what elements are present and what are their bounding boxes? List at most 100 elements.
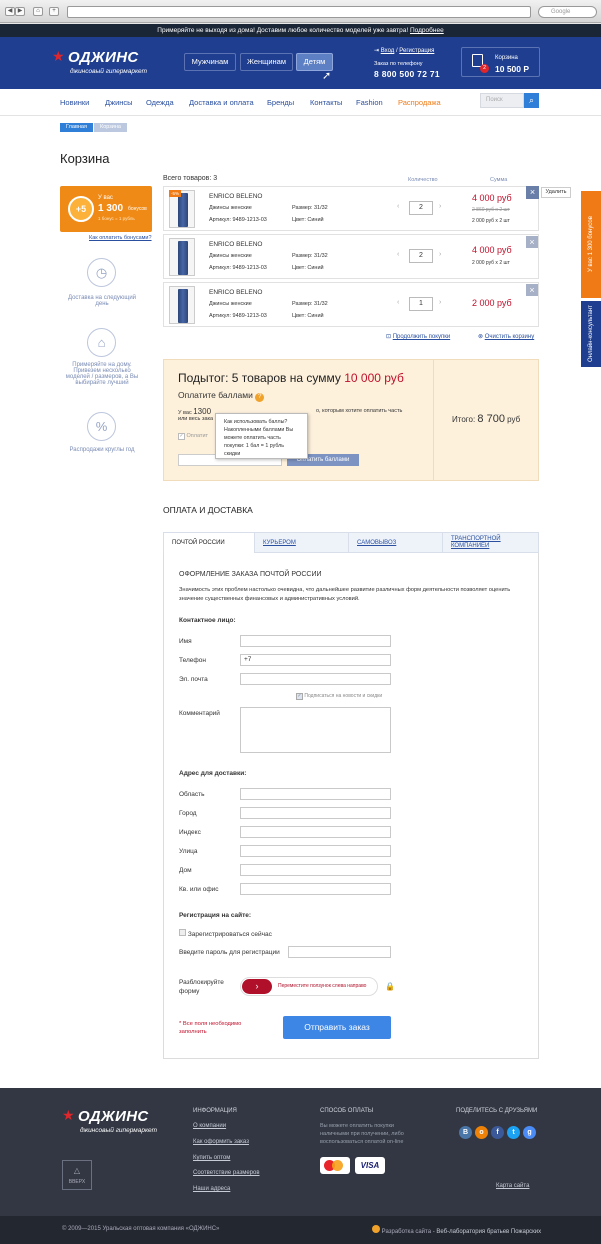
remove-item-icon[interactable]: × (526, 236, 538, 248)
footer-logo-tagline: джинсовый гипермаркет (80, 1127, 157, 1134)
nav-sale[interactable]: Распродажа (398, 98, 441, 107)
footer-link-sizes[interactable]: Соответствие размеров (193, 1170, 260, 1176)
vk-icon[interactable]: B (459, 1126, 472, 1139)
header-cart[interactable]: 2 Корзина 10 500 Р (461, 47, 540, 77)
bonus-note: 1 бонус = 1 рубль (98, 216, 135, 221)
bonus-side-tab[interactable]: У вас 1 300 бонусов (581, 191, 601, 298)
city-input[interactable] (240, 807, 391, 819)
item-brand[interactable]: ENRICO BELENO (209, 289, 262, 296)
footer-link-about[interactable]: О компании (193, 1123, 226, 1129)
region-input[interactable] (240, 788, 391, 800)
password-input[interactable] (288, 946, 391, 958)
comment-textarea[interactable] (240, 707, 391, 753)
percent-icon: % (87, 412, 116, 441)
password-label: Введите пароль для регистрации (179, 949, 280, 956)
nav-jeans[interactable]: Джинсы (105, 98, 133, 107)
home-icon[interactable]: ⌂ (33, 7, 43, 16)
cart-item: ENRICO BELENO Джинсы женские Артикул: 94… (163, 234, 539, 279)
register-link[interactable]: Регистрация (399, 48, 434, 54)
house-input[interactable] (240, 864, 391, 876)
dev-link[interactable]: Веб-лаборатория братьев Пожарских (436, 1229, 541, 1235)
remove-item-icon[interactable]: × (526, 284, 538, 296)
contact-title: Контактное лицо: (179, 617, 236, 624)
qty-input[interactable]: 2 (409, 249, 433, 263)
address-title: Адрес для доставки: (179, 770, 247, 777)
email-input[interactable] (240, 673, 391, 685)
site-search-input[interactable]: Поиск (480, 93, 524, 108)
forward-icon[interactable]: ▶ (15, 7, 25, 16)
footer-link-wholesale[interactable]: Купить оптом (193, 1155, 230, 1161)
logo[interactable]: ★ ОДЖИНС джинсовый гипермаркет (52, 48, 153, 81)
tab-transport[interactable]: ТРАНСПОРТНОЙ КОМПАНИЕЙ (443, 533, 540, 553)
checkbox-icon: ✓ (178, 433, 185, 440)
points-checkbox[interactable]: ✓ Оплатит (178, 433, 208, 440)
google-plus-icon[interactable]: g (523, 1126, 536, 1139)
item-unit-price: 2 000 руб х 2 шт (472, 218, 510, 224)
nav-delivery[interactable]: Доставка и оплата (189, 98, 254, 107)
item-brand[interactable]: ENRICO BELENO (209, 241, 262, 248)
street-input[interactable] (240, 845, 391, 857)
slider-handle-icon[interactable]: › (242, 979, 272, 994)
browser-search-input[interactable]: Google (538, 6, 597, 18)
apt-input[interactable] (240, 883, 391, 895)
nav-fashion[interactable]: Fashion (356, 98, 383, 107)
footer-link-howto[interactable]: Как оформить заказ (193, 1139, 249, 1145)
product-thumbnail[interactable] (169, 238, 195, 276)
nav-brands[interactable]: Бренды (267, 98, 294, 107)
nav-new[interactable]: Новинки (60, 98, 89, 107)
qty-decrease-icon[interactable]: ‹ (397, 203, 399, 210)
subscribe-checkbox[interactable]: ✓ Подписаться на новости и скидки (296, 693, 382, 700)
points-text-c: или весь зака (178, 416, 214, 422)
back-to-top-button[interactable]: △ ВВЕРХ (62, 1160, 92, 1190)
item-color: Цвет: Синий (292, 265, 324, 271)
new-tab-icon[interactable]: + (49, 7, 59, 16)
phone-input[interactable]: +7 (240, 654, 391, 666)
qty-decrease-icon[interactable]: ‹ (397, 251, 399, 258)
unlock-slider[interactable]: › Переместите ползунок слева направо (240, 977, 378, 996)
tab-courier[interactable]: КУРЬЕРОМ (255, 533, 349, 553)
tab-pickup[interactable]: САМОВЫВОЗ (349, 533, 443, 553)
consultant-side-tab[interactable]: Онлайн-консультант (581, 301, 601, 367)
product-thumbnail[interactable] (169, 286, 195, 324)
nav-clothes[interactable]: Одежда (146, 98, 174, 107)
sitemap-link[interactable]: Карта сайта (496, 1183, 529, 1189)
qty-increase-icon[interactable]: › (439, 203, 441, 210)
name-input[interactable] (240, 635, 391, 647)
address-bar[interactable] (67, 6, 531, 18)
footer-logo[interactable]: ★ ОДЖИНС джинсовый гипермаркет (62, 1107, 157, 1134)
promo-link[interactable]: Подробнее (410, 27, 444, 34)
qty-input[interactable]: 2 (409, 201, 433, 215)
register-checkbox[interactable]: Зарегистрироваться сейчас (179, 929, 272, 938)
tab-women[interactable]: Женщинам (240, 53, 293, 71)
footer-link-addresses[interactable]: Наши адреса (193, 1186, 230, 1192)
clear-cart[interactable]: ⊗ Очистить корзину (478, 333, 534, 340)
qty-increase-icon[interactable]: › (439, 251, 441, 258)
bonus-help-link[interactable]: Как оплатить бонусами? (89, 235, 152, 241)
breadcrumb-home[interactable]: Главная (60, 123, 93, 132)
item-type: Джинсы женские (209, 253, 252, 259)
item-unit-price: 2 000 руб х 2 шт (472, 260, 510, 266)
item-brand[interactable]: ENRICO BELENO (209, 193, 262, 200)
ok-icon[interactable]: o (475, 1126, 488, 1139)
clock-icon: ◷ (87, 258, 116, 287)
facebook-icon[interactable]: f (491, 1126, 504, 1139)
tab-russian-post[interactable]: ПОЧТОЙ РОССИИ (164, 533, 255, 554)
tab-men[interactable]: Мужчинам (184, 53, 236, 71)
submit-order-button[interactable]: Отправить заказ (283, 1016, 391, 1039)
back-icon[interactable]: ◀ (5, 7, 15, 16)
search-icon[interactable]: ⌕ (524, 93, 539, 108)
continue-shopping[interactable]: ⊡ Продолжить покупки (386, 333, 450, 340)
qty-input[interactable]: 1 (409, 297, 433, 311)
qty-increase-icon[interactable]: › (439, 299, 441, 306)
login-link[interactable]: Вход (381, 48, 395, 54)
remove-item-icon[interactable]: × (526, 186, 539, 199)
item-article: Артикул: 9489-1213-03 (209, 265, 267, 271)
qty-decrease-icon[interactable]: ‹ (397, 299, 399, 306)
arrow-up-icon: △ (73, 1166, 81, 1175)
nav-contacts[interactable]: Контакты (310, 98, 342, 107)
help-icon[interactable]: ? (255, 393, 265, 402)
twitter-icon[interactable]: t (507, 1126, 520, 1139)
phone-number[interactable]: 8 800 500 72 71 (374, 69, 440, 79)
site-header: ★ ОДЖИНС джинсовый гипермаркет Мужчинам … (0, 37, 601, 89)
zip-input[interactable] (240, 826, 391, 838)
